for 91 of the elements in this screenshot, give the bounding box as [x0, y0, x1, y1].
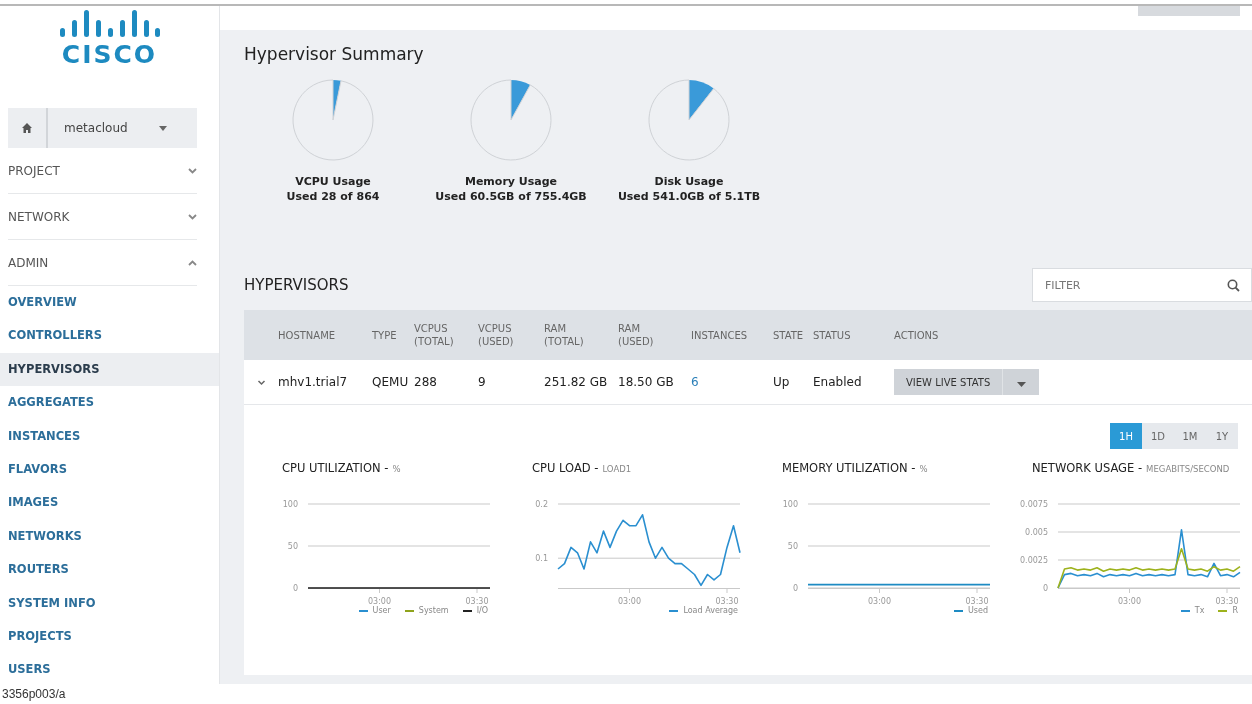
section-title: Hypervisor Summary	[244, 44, 425, 64]
sidebar-item[interactable]: CONTROLLERS	[0, 319, 219, 353]
y-tick-label: 0.1	[535, 554, 548, 564]
gauge-detail: Used 60.5GB of 755.4GB	[435, 189, 587, 204]
column-header: RAM (TOTAL)	[544, 322, 585, 348]
chart-title: CPU LOAD -	[532, 461, 599, 475]
chart-unit: %	[392, 464, 401, 474]
view-live-stats-button[interactable]: VIEW LIVE STATS	[894, 369, 1004, 395]
x-tick-label: 03:00	[1117, 597, 1142, 606]
column-header: VCPUS (TOTAL)	[414, 322, 455, 348]
time-range-tab[interactable]: 1H	[1110, 423, 1142, 449]
search-icon	[1227, 279, 1240, 292]
x-tick-label: 03:00	[617, 597, 642, 606]
legend-label: System	[418, 606, 449, 615]
legend-label: User	[372, 606, 391, 615]
chart-title: CPU UTILIZATION -	[282, 461, 389, 475]
y-tick-label: 0.0025	[1020, 556, 1048, 565]
x-tick-label: 03:00	[367, 597, 392, 606]
time-range-tab[interactable]: 1Y	[1206, 423, 1238, 449]
y-tick-label: 0	[292, 584, 298, 593]
chart-unit: MEGABITS/SECOND	[1146, 464, 1230, 474]
sidebar-item[interactable]: IMAGES	[0, 486, 219, 520]
y-tick-label: 100	[782, 500, 798, 509]
table-cell-text: 9	[478, 375, 487, 389]
y-tick-label: 0	[792, 584, 798, 593]
table-cell-text: Enabled	[813, 375, 863, 389]
sidebar-section[interactable]: NETWORK	[8, 194, 197, 240]
chart-unit: LOAD1	[602, 464, 632, 474]
filter-field[interactable]: FILTER	[1032, 268, 1252, 302]
chart-title: NETWORK USAGE -	[1032, 461, 1143, 475]
sidebar-item[interactable]: PROJECTS	[0, 619, 219, 654]
column-header: RAM (USED)	[618, 322, 655, 348]
figure-caption: 3356p003/a	[1, 686, 67, 701]
x-tick-label: 03:30	[1215, 597, 1239, 606]
y-tick-label: 0.0075	[1020, 500, 1048, 509]
x-tick-label: 03:30	[965, 597, 989, 606]
logo-wordmark: CISCO	[61, 42, 158, 67]
x-tick-label: 03:00	[867, 597, 892, 606]
y-tick-label: 100	[282, 500, 298, 509]
column-header: INSTANCES	[691, 328, 749, 342]
y-tick-label: 0.2	[535, 500, 548, 509]
table-cell-text: QEMU	[372, 375, 410, 389]
caret-down-icon	[1016, 381, 1026, 387]
gauge-title: Memory Usage	[464, 174, 558, 189]
legend-label: Used	[967, 606, 988, 615]
gauge-title: Disk Usage	[654, 174, 724, 189]
legend-label: Load Average	[683, 606, 738, 615]
gauge-detail: Used 28 of 864	[286, 189, 380, 204]
sidebar-item[interactable]: OVERVIEW	[0, 286, 219, 320]
table-cell-text: 251.82 GB	[544, 375, 609, 389]
sidebar-item[interactable]: HYPERVISORS	[0, 352, 219, 387]
y-tick-label: 50	[287, 542, 298, 551]
column-header: TYPE	[372, 328, 398, 342]
section-title: HYPERVISORS	[244, 276, 349, 294]
x-tick-label: 03:30	[465, 597, 489, 606]
chart-unit: %	[919, 464, 928, 474]
sidebar-item[interactable]: INSTANCES	[0, 419, 219, 453]
y-tick-label: 0.005	[1025, 528, 1048, 537]
x-tick-label: 03:30	[715, 597, 739, 606]
table-cell-text: mhv1.trial7	[278, 375, 349, 389]
time-range-tab[interactable]: 1M	[1174, 423, 1206, 449]
gauge-title: VCPU Usage	[295, 174, 371, 189]
column-header: STATUS	[813, 328, 852, 342]
sidebar-item[interactable]: NETWORKS	[0, 519, 219, 554]
column-header: ACTIONS	[894, 328, 940, 342]
table-cell-text: 288	[414, 375, 438, 389]
instances-link[interactable]: 6	[691, 375, 699, 389]
sidebar-item[interactable]: AGGREGATES	[0, 386, 219, 420]
legend-label: R	[1232, 606, 1238, 615]
column-header: HOSTNAME	[278, 328, 337, 342]
y-tick-label: 0	[1042, 584, 1048, 593]
gauge-detail: Used 541.0GB of 5.1TB	[617, 189, 761, 204]
sidebar-section[interactable]: PROJECT	[8, 148, 197, 194]
table-cell-text: Up	[773, 375, 791, 389]
column-header: STATE	[773, 328, 805, 342]
sidebar-item[interactable]: SYSTEM INFO	[0, 586, 219, 620]
time-range-tab[interactable]: 1D	[1142, 423, 1174, 449]
sidebar-item[interactable]: FLAVORS	[0, 452, 219, 487]
column-header: VCPUS (USED)	[478, 322, 515, 348]
actions-dropdown-button[interactable]	[1003, 369, 1040, 395]
caret-down-icon	[159, 125, 167, 131]
chart-title: MEMORY UTILIZATION -	[782, 461, 916, 475]
sidebar-item[interactable]: USERS	[0, 653, 219, 684]
logo-bars-icon	[57, 10, 162, 40]
sidebar-item[interactable]: ROUTERS	[0, 553, 219, 587]
legend-label: Tx	[1194, 606, 1205, 615]
y-tick-label: 50	[787, 542, 798, 551]
legend-label: I/O	[476, 606, 488, 615]
home-icon	[21, 122, 33, 134]
table-cell-text: 18.50 GB	[618, 375, 675, 389]
sidebar-section[interactable]: ADMIN	[8, 240, 197, 286]
